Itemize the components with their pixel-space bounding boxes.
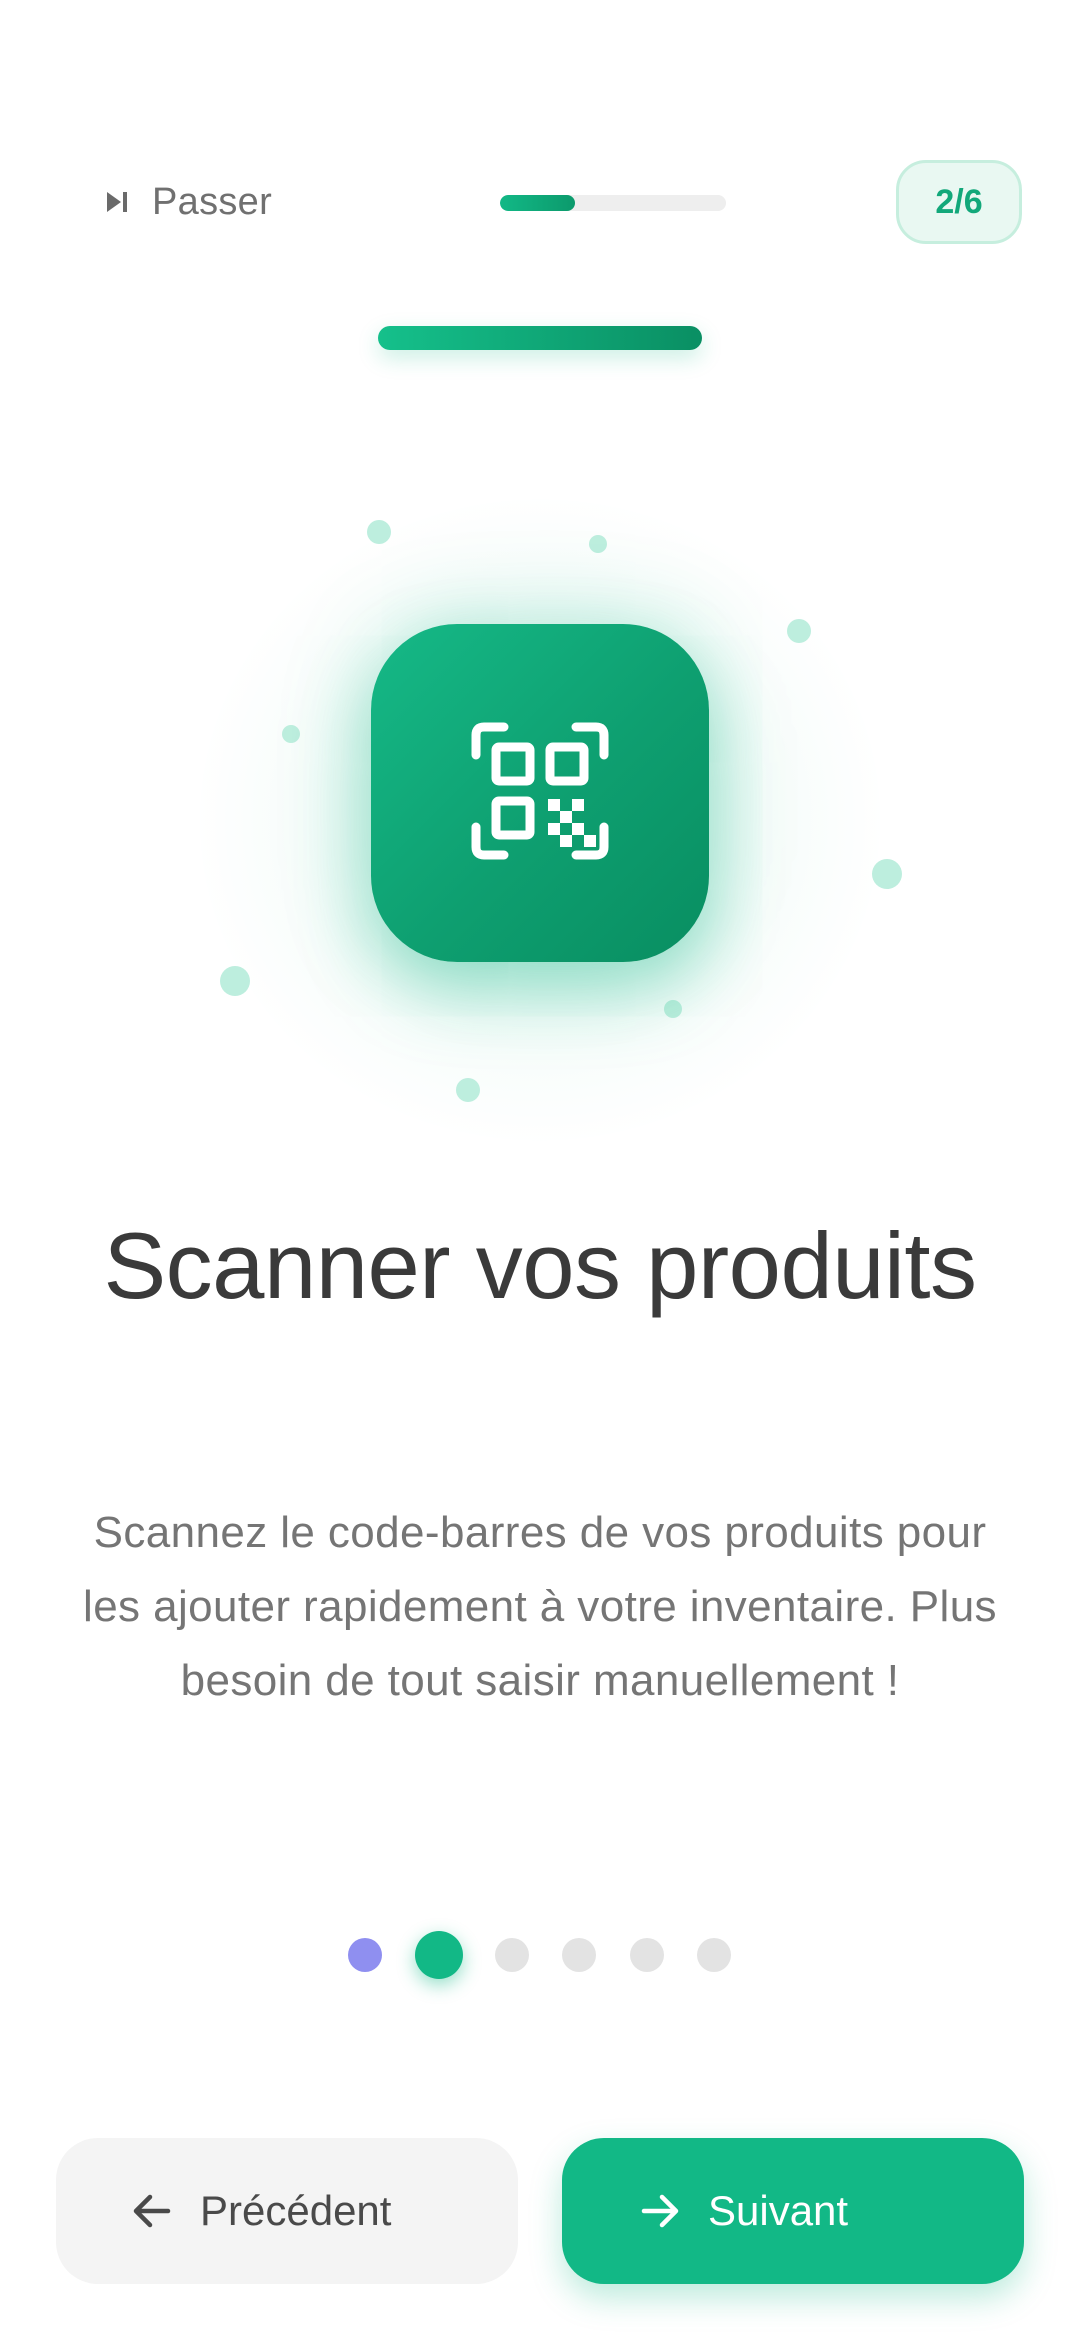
- arrow-right-icon: [638, 2189, 682, 2233]
- decor-dot: [456, 1078, 480, 1102]
- qr-scan-icon: [470, 721, 610, 866]
- next-button[interactable]: Suivant: [562, 2138, 1024, 2284]
- hero-icon-tile: [371, 624, 709, 962]
- step-counter-badge: 2/6: [896, 160, 1022, 244]
- arrow-left-icon: [130, 2189, 174, 2233]
- page-dot-6[interactable]: [697, 1938, 731, 1972]
- accent-bar: [378, 326, 702, 350]
- page-title: Scanner vos produits: [103, 1213, 977, 1318]
- page-dot-5[interactable]: [630, 1938, 664, 1972]
- skip-label: Passer: [152, 180, 273, 223]
- progress-fill: [500, 195, 576, 211]
- decor-dot: [220, 966, 250, 996]
- skip-button[interactable]: Passer: [104, 172, 272, 232]
- decor-dot: [787, 619, 811, 643]
- decor-dot: [872, 859, 902, 889]
- decor-dot: [282, 725, 300, 743]
- previous-button[interactable]: Précédent: [56, 2138, 518, 2284]
- pagination-dots: [0, 1930, 1080, 1980]
- page-dot-1[interactable]: [348, 1938, 382, 1972]
- decor-dot: [589, 535, 607, 553]
- page-dot-3[interactable]: [495, 1938, 529, 1972]
- decor-dot: [367, 520, 391, 544]
- skip-forward-icon: [104, 189, 130, 215]
- progress-bar: [500, 195, 726, 211]
- page-description: Scannez le code-barres de vos produits p…: [83, 1508, 997, 1705]
- next-button-label: Suivant: [708, 2187, 849, 2234]
- previous-button-label: Précédent: [200, 2187, 392, 2234]
- page-dot-4[interactable]: [562, 1938, 596, 1972]
- decor-dot: [664, 1000, 682, 1018]
- page-dot-2[interactable]: [415, 1931, 463, 1979]
